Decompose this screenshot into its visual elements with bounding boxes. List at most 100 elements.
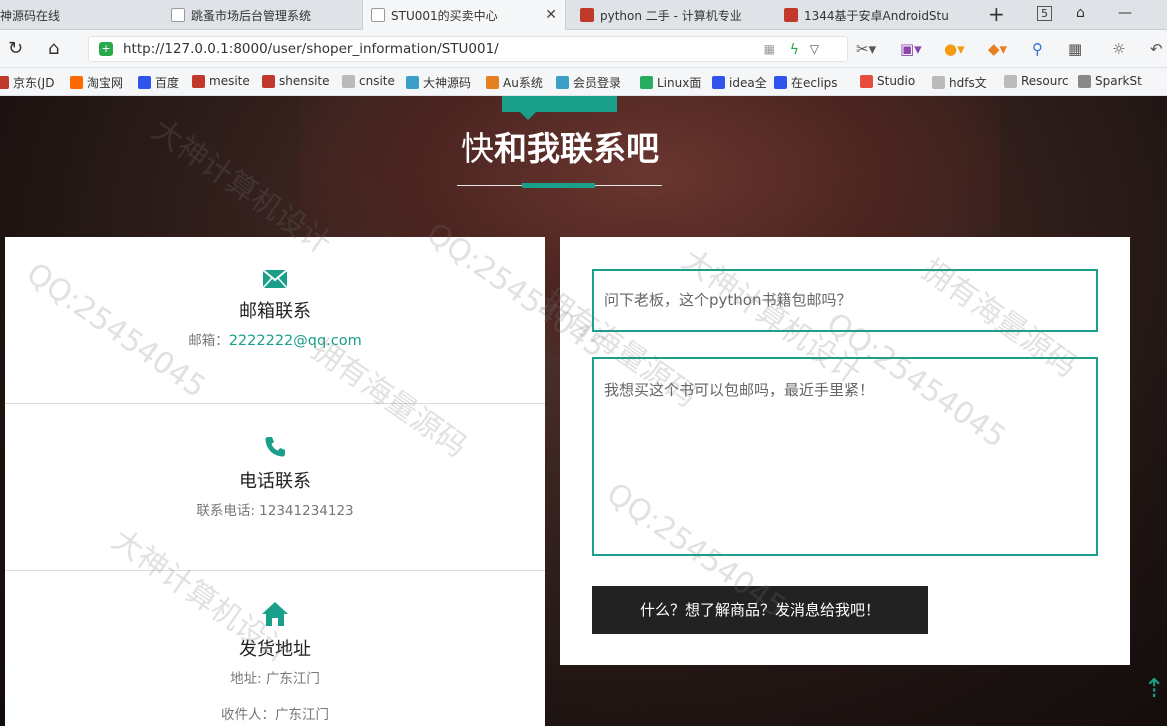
undo-icon[interactable]: ↶	[1150, 39, 1163, 59]
bookmark-label: 大神源码	[423, 76, 472, 90]
bookmark-label: Au系统	[503, 76, 543, 90]
email-link[interactable]: 2222222@qq.com	[229, 333, 362, 349]
bookmark-item[interactable]: mesite	[192, 74, 250, 88]
tab-label: python 二手 - 计算机专业	[600, 8, 742, 23]
tab-4[interactable]: python 二手 - 计算机专业	[572, 0, 767, 30]
bookmark-item[interactable]: cnsite	[342, 74, 395, 88]
secure-shield-icon: +	[99, 42, 113, 56]
bookmark-label: 京东(JD	[13, 76, 55, 90]
bookmark-item[interactable]: Studio	[860, 74, 915, 88]
tab-label: STU001的买卖中心	[391, 8, 498, 23]
title-divider-accent	[522, 183, 595, 188]
back-to-top-icon[interactable]: ⇡	[1143, 674, 1165, 704]
bookmark-label: hdfs文	[949, 76, 987, 90]
close-tab-icon[interactable]: ✕	[545, 7, 557, 23]
receiver-text: 收件人：广东江门	[221, 707, 329, 723]
bookmark-icon	[1078, 74, 1091, 88]
phone-icon	[265, 437, 285, 457]
message-textarea[interactable]: 我想买这个书可以包邮吗，最近手里紧！	[592, 357, 1098, 556]
bookmark-item[interactable]: SparkSt	[1078, 74, 1142, 88]
search-icon[interactable]: ⚲	[1032, 39, 1043, 59]
tab-count-button[interactable]: 5	[1037, 6, 1052, 21]
apps-grid-icon[interactable]: ▦	[1068, 39, 1082, 59]
bookmark-icon	[406, 76, 419, 89]
divider	[5, 403, 545, 404]
bookmark-label: Linux面	[657, 76, 702, 90]
url-text: http://127.0.0.1:8000/user/shoper_inform…	[123, 41, 499, 57]
message-value: 我想买这个书可以包邮吗，最近手里紧！	[604, 381, 875, 399]
title-bold: 和我联系吧	[494, 129, 659, 168]
section-badge	[502, 96, 617, 120]
game-icon[interactable]: ◆▾	[988, 39, 1007, 59]
bookmark-item[interactable]: Au系统	[486, 74, 543, 91]
tab-5[interactable]: 1344基于安卓AndroidStu	[776, 0, 956, 30]
tab-2[interactable]: 跳蚤市场后台管理系统	[163, 0, 358, 30]
bookmark-item[interactable]: 淘宝网	[70, 74, 123, 91]
tab-1[interactable]: 神源码在线	[0, 0, 152, 30]
email-prefix: 邮箱：	[188, 333, 229, 349]
coin-icon[interactable]: ●▾	[944, 39, 965, 59]
home-icon	[262, 602, 288, 626]
bookmark-label: 百度	[155, 76, 180, 90]
bookmark-item[interactable]: Linux面	[640, 74, 701, 91]
bookmark-item[interactable]: idea全	[712, 74, 767, 91]
bookmark-item[interactable]: hdfs文	[932, 74, 987, 91]
lightning-icon[interactable]: ϟ	[790, 38, 799, 62]
url-field[interactable]: + http://127.0.0.1:8000/user/shoper_info…	[88, 36, 848, 62]
address-toolbar: ↻ ⌂ + http://127.0.0.1:8000/user/shoper_…	[0, 30, 1167, 68]
tab-label: 跳蚤市场后台管理系统	[191, 8, 312, 23]
bookmark-icon	[712, 76, 725, 89]
phone-title: 电话联系	[239, 471, 311, 492]
bookmark-item[interactable]: 会员登录	[556, 74, 621, 91]
tab-3[interactable]: STU001的买卖中心 ✕	[362, 0, 566, 30]
envelope-icon	[262, 269, 288, 289]
bookmark-item[interactable]: 大神源码	[406, 74, 471, 91]
subject-input[interactable]: 问下老板，这个python书籍包邮吗？	[592, 269, 1098, 332]
bookmark-item[interactable]: 百度	[138, 74, 179, 91]
bookmark-icon	[932, 76, 945, 89]
bookmark-item[interactable]: Resourc	[1004, 74, 1069, 88]
page-icon	[371, 8, 385, 22]
phone-text: 联系电话: 12341234123	[196, 503, 354, 519]
bookmark-item[interactable]: 在eclips	[774, 74, 838, 91]
page-title: 快和我联系吧	[0, 122, 1120, 170]
address-title: 发货地址	[239, 639, 311, 660]
email-line: 邮箱：2222222@qq.com	[5, 329, 545, 349]
contact-section: 快和我联系吧 邮箱联系 邮箱：2222222@qq.com 电话联系 联系电话:…	[0, 96, 1167, 726]
browser-tab-bar: 神源码在线 跳蚤市场后台管理系统 STU001的买卖中心 ✕ python 二手…	[0, 0, 1167, 30]
reload-icon[interactable]: ↻	[8, 39, 23, 59]
divider	[5, 570, 545, 571]
bookmark-icon	[342, 74, 355, 88]
bookmarks-bar: 京东(JD 淘宝网 百度 mesite shensite cnsite 大神源码 Au系统 会员…	[0, 68, 1167, 96]
skin-shirt-icon[interactable]: ⌂	[1076, 5, 1085, 21]
chevron-down-icon[interactable]: ▽	[810, 37, 819, 61]
bookmark-label: Resourc	[1021, 74, 1069, 88]
minimize-button[interactable]: —	[1118, 5, 1132, 21]
bookmark-label: Studio	[877, 74, 916, 88]
tab-label: 神源码在线	[0, 8, 61, 23]
tab-label: 1344基于安卓AndroidStu	[804, 8, 949, 23]
contact-info-card: 邮箱联系 邮箱：2222222@qq.com 电话联系 联系电话: 123412…	[5, 237, 545, 726]
bookmark-label: mesite	[209, 74, 250, 88]
bookmark-icon	[774, 76, 787, 89]
bookmark-label: shensite	[279, 74, 330, 88]
translate-icon[interactable]: ▣▾	[900, 39, 922, 59]
cut-icon[interactable]: ✂▾	[856, 39, 876, 59]
home-icon[interactable]: ⌂	[48, 39, 59, 59]
bookmark-icon	[640, 76, 653, 89]
bookmark-item[interactable]: 京东(JD	[0, 74, 54, 91]
new-tab-button[interactable]: +	[988, 2, 1005, 26]
send-message-button[interactable]: 什么？想了解商品？发消息给我吧！	[592, 586, 928, 634]
site-favicon-icon	[580, 8, 594, 22]
bookmark-icon	[1004, 74, 1017, 88]
address-block: 发货地址 地址: 广东江门 收件人：广东江门	[5, 601, 545, 723]
email-block: 邮箱联系 邮箱：2222222@qq.com	[5, 269, 545, 349]
bookmark-icon	[138, 76, 151, 89]
bookmark-icon	[556, 76, 569, 89]
message-form-card: 问下老板，这个python书籍包邮吗？ 我想买这个书可以包邮吗，最近手里紧！ 什…	[560, 237, 1130, 665]
bookmark-item[interactable]: shensite	[262, 74, 330, 88]
brightness-icon[interactable]: ☼	[1112, 39, 1125, 59]
qr-code-icon[interactable]: ▦	[764, 37, 775, 61]
phone-block: 电话联系 联系电话: 12341234123	[5, 435, 545, 519]
site-favicon-icon	[784, 8, 798, 22]
